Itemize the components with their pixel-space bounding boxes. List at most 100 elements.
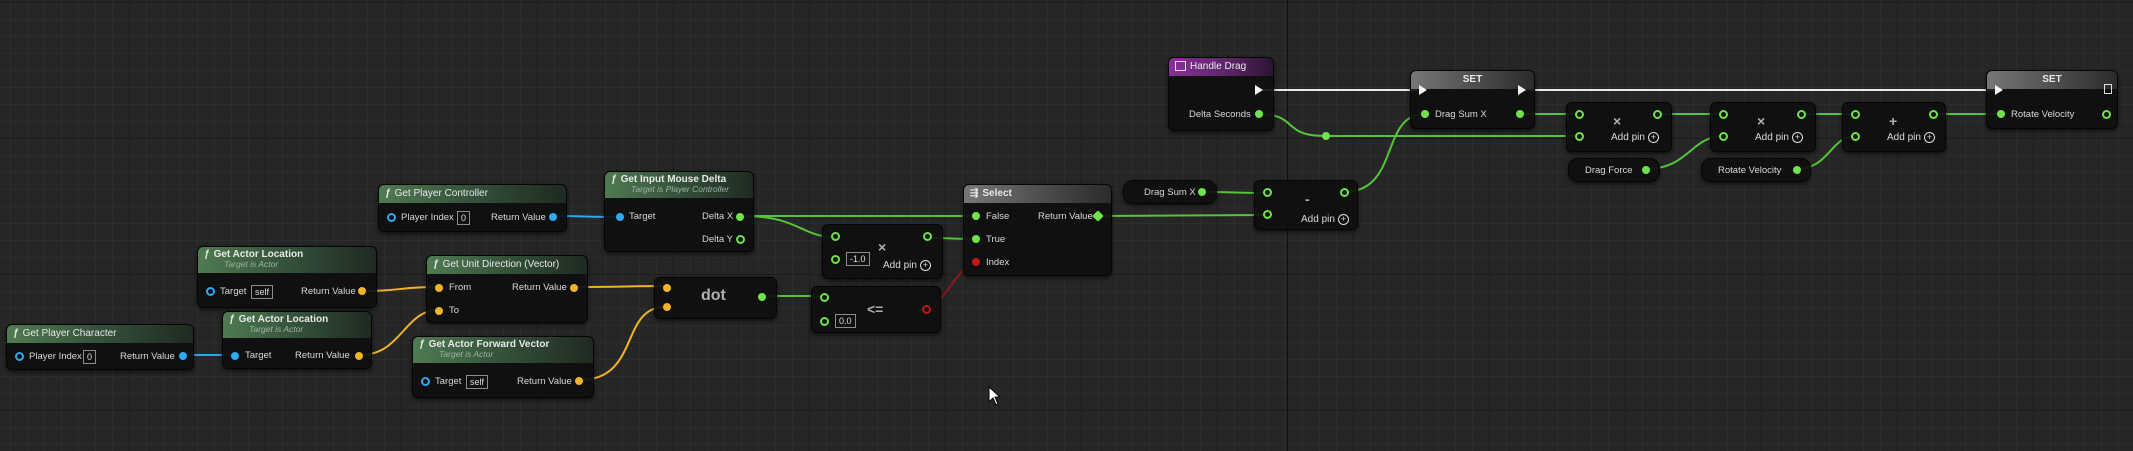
player-index-input[interactable]: 0 — [83, 350, 97, 364]
node-select[interactable]: ⇶ Select False Return Value True Index — [963, 184, 1112, 276]
function-icon: ƒ — [385, 188, 391, 199]
a-pin[interactable] — [1263, 188, 1272, 197]
a-pin[interactable] — [1575, 110, 1584, 119]
return-value-pin[interactable] — [355, 352, 363, 360]
b-pin[interactable] — [820, 317, 829, 326]
node-less-equal[interactable]: 0.0 <= — [811, 286, 941, 333]
node-header: Handle Drag — [1169, 58, 1273, 76]
node-get-rotate-velocity[interactable]: Rotate Velocity — [1701, 158, 1811, 182]
delta-x-pin[interactable] — [736, 213, 744, 221]
node-get-player-controller[interactable]: ƒ Get Player Controller Player Index 0 Re… — [378, 184, 567, 232]
add-pin-button[interactable]: Add pin + — [1301, 214, 1349, 225]
b-pin[interactable] — [1575, 132, 1584, 141]
exec-out-pin[interactable] — [2104, 84, 2112, 94]
target-self-input[interactable]: self — [251, 285, 274, 299]
player-index-pin[interactable] — [387, 213, 396, 222]
return-value-pin[interactable] — [1929, 110, 1938, 119]
node-multiply[interactable]: × Add pin + — [1710, 102, 1816, 152]
node-multiply[interactable]: -1.0 × Add pin + — [822, 224, 943, 279]
b-pin[interactable] — [831, 255, 840, 264]
player-index-input[interactable]: 0 — [457, 211, 471, 225]
b-pin[interactable] — [1851, 132, 1860, 141]
index-pin[interactable] — [972, 258, 980, 266]
node-get-actor-location[interactable]: ƒ Get Actor Location Target is Actor Targe… — [222, 311, 372, 369]
return-value-pin[interactable] — [358, 287, 366, 295]
compare-value-input[interactable]: 0.0 — [835, 314, 856, 328]
add-pin-label: Add pin — [1301, 214, 1335, 226]
a-pin[interactable] — [820, 293, 829, 302]
add-pin-button[interactable]: Add pin + — [1887, 132, 1935, 143]
node-op-label: × — [1613, 113, 1622, 129]
b-pin[interactable] — [1263, 210, 1272, 219]
pin-label: To — [449, 305, 460, 316]
drag-force-pin[interactable] — [1642, 166, 1650, 174]
node-get-drag-force[interactable]: Drag Force — [1568, 158, 1660, 182]
exec-in-pin[interactable] — [1995, 85, 2003, 95]
multiply-value-input[interactable]: -1.0 — [846, 252, 870, 266]
node-subtitle: Target is Actor — [249, 324, 304, 334]
b-pin[interactable] — [1719, 132, 1728, 141]
drag-sum-x-pin[interactable] — [1198, 188, 1206, 196]
node-event-handle-drag[interactable]: Handle Drag Delta Seconds — [1168, 57, 1274, 131]
a-pin[interactable] — [1851, 110, 1860, 119]
variable-label: Drag Force — [1585, 165, 1633, 176]
return-value-pin[interactable] — [179, 352, 187, 360]
target-pin[interactable] — [231, 352, 239, 360]
node-set-rotate-velocity[interactable]: SET Rotate Velocity — [1986, 70, 2118, 129]
reroute-knot[interactable] — [1322, 132, 1330, 140]
return-value-pin[interactable] — [1797, 110, 1806, 119]
a-pin[interactable] — [1719, 110, 1728, 119]
a-pin[interactable] — [831, 232, 840, 241]
node-get-unit-direction[interactable]: ƒ Get Unit Direction (Vector) From Return… — [426, 255, 588, 323]
return-value-pin[interactable] — [1340, 188, 1349, 197]
target-pin[interactable] — [421, 377, 430, 386]
from-pin[interactable] — [435, 284, 443, 292]
variable-label: Drag Sum X — [1144, 187, 1196, 198]
exec-in-pin[interactable] — [1419, 85, 1427, 95]
return-value-pin[interactable] — [1092, 210, 1104, 222]
return-value-pin[interactable] — [923, 232, 932, 241]
pin-label: Player Index — [401, 212, 454, 223]
return-value-pin[interactable] — [758, 293, 766, 301]
exec-out-pin[interactable] — [1255, 85, 1263, 95]
node-get-input-mouse-delta[interactable]: ƒ Get Input Mouse Delta Target is Player C… — [604, 171, 754, 252]
rotate-velocity-pin[interactable] — [1793, 166, 1801, 174]
node-get-actor-location[interactable]: ƒ Get Actor Location Target is Actor Targe… — [197, 246, 377, 308]
return-value-pin[interactable] — [922, 305, 931, 314]
node-set-drag-sum-x[interactable]: SET Drag Sum X — [1410, 70, 1535, 129]
return-value-pin[interactable] — [1653, 110, 1662, 119]
add-pin-button[interactable]: Add pin + — [883, 260, 931, 271]
delta-seconds-pin[interactable] — [1255, 110, 1263, 118]
node-get-actor-forward-vector[interactable]: ƒ Get Actor Forward Vector Target is Actor… — [412, 336, 594, 398]
target-self-input[interactable]: self — [466, 375, 489, 389]
add-pin-label: Add pin — [1755, 132, 1789, 144]
a-pin[interactable] — [663, 284, 671, 292]
return-value-pin[interactable] — [575, 377, 583, 385]
node-get-player-character[interactable]: ƒ Get Player Character Player Index 0 Ret… — [6, 324, 194, 370]
exec-out-pin[interactable] — [1518, 85, 1526, 95]
drag-sum-x-in-pin[interactable] — [1421, 110, 1429, 118]
true-pin[interactable] — [972, 235, 980, 243]
player-index-pin[interactable] — [15, 352, 24, 361]
node-multiply[interactable]: × Add pin + — [1566, 102, 1672, 152]
node-get-drag-sum-x[interactable]: Drag Sum X — [1123, 180, 1217, 204]
return-value-pin[interactable] — [549, 213, 557, 221]
to-pin[interactable] — [435, 307, 443, 315]
delta-y-pin[interactable] — [736, 235, 745, 244]
b-pin[interactable] — [663, 303, 671, 311]
pin-label: Delta X — [702, 211, 734, 222]
node-dot-product[interactable]: dot — [654, 277, 777, 319]
rotate-velocity-out-pin[interactable] — [2102, 110, 2111, 119]
false-pin[interactable] — [972, 212, 980, 220]
node-subtract[interactable]: - Add pin + — [1254, 180, 1358, 230]
add-pin-button[interactable]: Add pin + — [1611, 132, 1659, 143]
pin-label: Return Value — [120, 351, 175, 362]
target-pin[interactable] — [616, 213, 624, 221]
node-add[interactable]: + Add pin + — [1842, 102, 1946, 152]
target-pin[interactable] — [206, 287, 215, 296]
node-op-label: - — [1305, 191, 1310, 207]
return-value-pin[interactable] — [570, 284, 578, 292]
rotate-velocity-in-pin[interactable] — [1997, 110, 2005, 118]
add-pin-button[interactable]: Add pin + — [1755, 132, 1803, 143]
drag-sum-x-out-pin[interactable] — [1516, 110, 1524, 118]
